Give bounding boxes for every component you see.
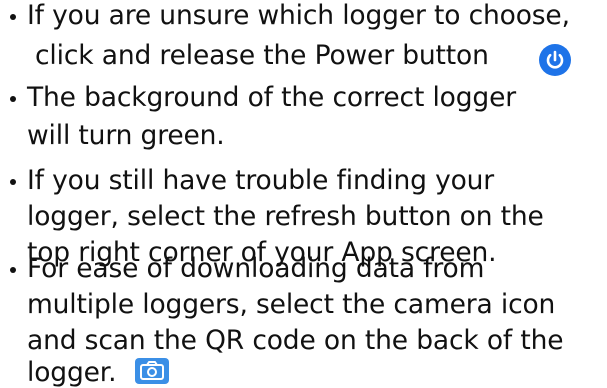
power-icon <box>539 44 571 76</box>
instruction-line: If you are unsure which logger to choose… <box>27 0 570 31</box>
instruction-line: and scan the QR code on the back of the <box>27 325 564 356</box>
camera-icon <box>135 358 169 384</box>
bullet <box>10 179 16 185</box>
instruction-item-power: If you are unsure which logger to choose… <box>0 0 607 86</box>
instruction-line: If you still have trouble finding your <box>27 165 495 196</box>
instruction-line: logger. <box>27 357 117 388</box>
instruction-line: For ease of downloading data from <box>27 253 485 284</box>
instruction-item-camera: For ease of downloading data from multip… <box>0 253 607 388</box>
instruction-item-background: The background of the correct logger wil… <box>0 82 607 162</box>
instruction-line: will turn green. <box>27 120 225 151</box>
instruction-line: click and release the Power button <box>35 40 489 71</box>
instruction-line: The background of the correct logger <box>27 82 516 113</box>
instruction-list: If you are unsure which logger to choose… <box>0 0 607 388</box>
instruction-line: multiple loggers, select the camera icon <box>27 289 556 320</box>
instruction-line: logger, select the refresh button on the <box>27 201 544 232</box>
bullet <box>10 14 16 20</box>
bullet <box>10 267 16 273</box>
bullet <box>10 96 16 102</box>
